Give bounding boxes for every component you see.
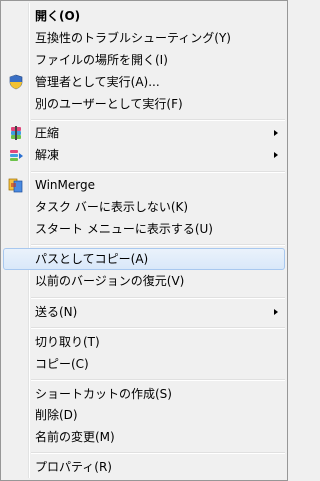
menu-separator [31,119,285,121]
menu-item-label: 名前の変更(M) [35,430,115,444]
menu-item-create-shortcut[interactable]: ショートカットの作成(S) [3,383,285,405]
menu-separator [31,244,285,246]
menu-item-troubleshoot-compatibility[interactable]: 互換性のトラブルシューティング(Y) [3,27,285,49]
menu-item-label: コピー(C) [35,357,89,371]
context-menu: 開く(O) 互換性のトラブルシューティング(Y) ファイルの場所を開く(I) 管… [0,0,288,481]
menu-separator [31,452,285,454]
menu-item-label: 削除(D) [35,408,78,422]
menu-item-run-as-other-user[interactable]: 別のユーザーとして実行(F) [3,93,285,115]
menu-item-label: 解凍 [35,148,60,162]
menu-item-open-file-location[interactable]: ファイルの場所を開く(I) [3,49,285,71]
menu-item-restore-previous-versions[interactable]: 以前のバージョンの復元(V) [3,270,285,292]
menu-item-send-to[interactable]: 送る(N) [3,301,285,323]
menu-item-compress[interactable]: 圧縮 [3,122,285,144]
submenu-arrow-icon [274,152,278,158]
menu-item-label: WinMerge [35,178,95,192]
menu-item-label: タスク バーに表示しない(K) [35,200,189,214]
menu-item-label: 互換性のトラブルシューティング(Y) [35,31,231,45]
submenu-arrow-icon [274,309,278,315]
menu-item-properties[interactable]: プロパティ(R) [3,456,285,478]
menu-item-label: 以前のバージョンの復元(V) [35,274,185,288]
menu-item-label: 切り取り(T) [35,335,100,349]
menu-separator [31,379,285,381]
winmerge-icon [8,178,23,193]
menu-item-rename[interactable]: 名前の変更(M) [3,426,285,448]
menu-item-pin-to-start[interactable]: スタート メニューに表示する(U) [3,218,285,240]
menu-item-run-as-admin[interactable]: 管理者として実行(A)... [3,71,285,93]
menu-item-label: プロパティ(R) [35,460,112,474]
menu-item-label: ショートカットの作成(S) [35,387,172,401]
menu-item-copy-as-path[interactable]: パスとしてコピー(A) [3,248,285,270]
menu-item-label: 開く(O) [35,9,81,23]
menu-item-extract[interactable]: 解凍 [3,144,285,166]
menu-item-delete[interactable]: 削除(D) [3,404,285,426]
menu-item-open[interactable]: 開く(O) [3,5,285,27]
menu-item-label: 送る(N) [35,305,78,319]
menu-separator [31,297,285,299]
menu-item-label: 別のユーザーとして実行(F) [35,97,183,111]
menu-item-label: 管理者として実行(A)... [35,75,160,89]
menu-item-hide-from-taskbar[interactable]: タスク バーに表示しない(K) [3,196,285,218]
menu-item-cut[interactable]: 切り取り(T) [3,331,285,353]
menu-item-copy[interactable]: コピー(C) [3,353,285,375]
extract-icon [10,150,23,161]
menu-separator [31,171,285,173]
menu-item-label: スタート メニューに表示する(U) [35,222,213,236]
compress-icon [11,126,21,140]
submenu-arrow-icon [274,130,278,136]
menu-item-label: ファイルの場所を開く(I) [35,53,168,67]
menu-item-label: 圧縮 [35,126,60,140]
menu-separator [31,327,285,329]
uac-shield-icon [9,74,23,90]
menu-item-label: パスとしてコピー(A) [35,252,149,266]
menu-item-winmerge[interactable]: WinMerge [3,174,285,196]
